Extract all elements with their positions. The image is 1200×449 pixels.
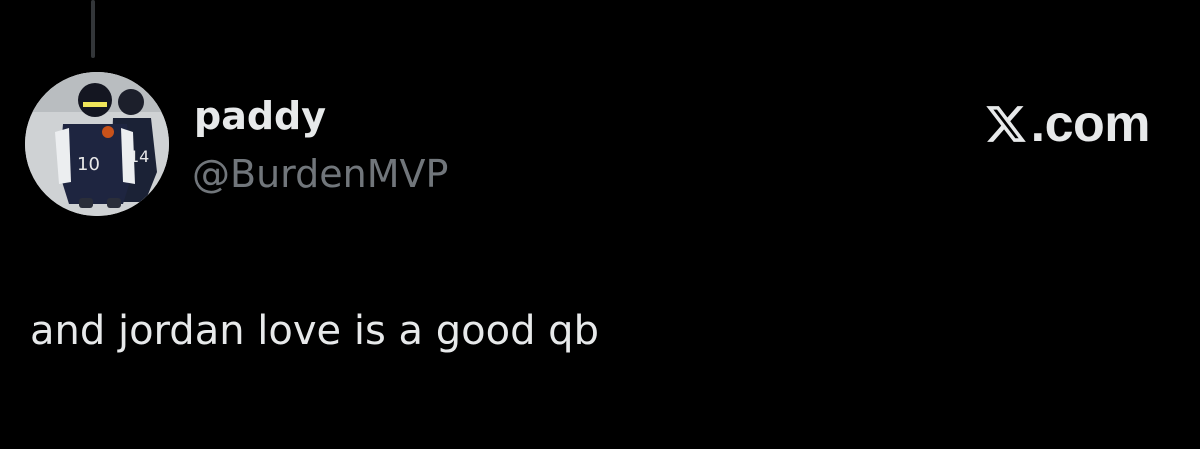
svg-text:10: 10	[77, 154, 100, 175]
tweet-text: and jordan love is a good qb	[30, 308, 599, 354]
brand-watermark: .com	[984, 94, 1151, 154]
author-display-name[interactable]: paddy	[194, 92, 326, 140]
thread-connector-line	[91, 0, 95, 58]
x-logo-icon	[985, 106, 1026, 142]
author-handle[interactable]: @BurdenMVP	[192, 150, 448, 198]
avatar[interactable]: 14 10	[25, 72, 169, 216]
brand-domain-text: .com	[1030, 95, 1151, 153]
football-player-avatar-icon: 14 10	[25, 72, 169, 216]
